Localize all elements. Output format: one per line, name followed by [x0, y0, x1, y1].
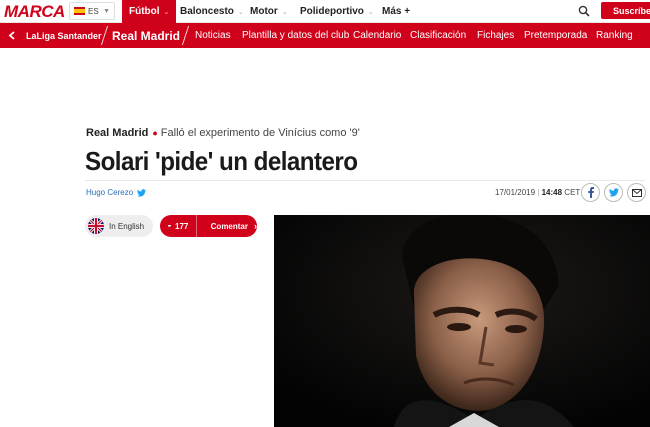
article-timezone: CET — [564, 188, 581, 197]
chevron-down-icon: ▼ — [103, 7, 110, 15]
kicker-bullet: ● — [152, 128, 158, 138]
tab-mas[interactable]: Más + — [382, 0, 410, 23]
author-name[interactable]: Hugo Cerezo — [86, 188, 133, 197]
chevron-right-icon: › — [254, 221, 257, 231]
share-email-button[interactable] — [627, 183, 646, 202]
article-time: 14:48 — [541, 188, 563, 197]
date-separator: | — [537, 188, 540, 197]
share-twitter-button[interactable] — [604, 183, 623, 202]
marca-logo[interactable]: MARCA — [4, 2, 65, 21]
share-facebook-button[interactable] — [581, 183, 600, 202]
tab-baloncesto-label: Baloncesto — [180, 6, 234, 17]
language-selector[interactable]: ES ▼ — [69, 2, 115, 20]
article-kicker: Real Madrid ● Falló el experimento de Viní… — [86, 127, 360, 139]
chevron-down-icon: ⌄ — [367, 8, 374, 16]
tab-futbol-label: Fútbol — [129, 6, 160, 17]
comment-label: Comentar — [210, 221, 248, 231]
section-nav-ranking[interactable]: Ranking — [596, 23, 633, 48]
article-headline: Solari 'pide' un delantero — [85, 146, 358, 176]
facebook-icon — [587, 187, 594, 198]
email-icon — [631, 188, 642, 197]
subscribe-button[interactable]: Suscríbete — [601, 2, 650, 19]
spain-flag-icon — [74, 7, 85, 15]
tab-motor-label: Motor — [250, 6, 278, 17]
section-nav-pretemporada[interactable]: Pretemporada — [524, 23, 587, 48]
back-arrow-icon[interactable] — [8, 31, 17, 40]
tab-mas-label: Más + — [382, 6, 411, 17]
section-nav-noticias[interactable]: Noticias — [195, 23, 231, 48]
breadcrumb-real-madrid[interactable]: Real Madrid — [112, 23, 180, 48]
article-date: 17/01/2019 — [495, 188, 536, 197]
in-english-label: In English — [109, 221, 145, 231]
kicker-subtitle: Falló el experimento de Vinícius como '9… — [160, 127, 360, 139]
search-icon[interactable] — [578, 5, 590, 17]
section-bar: LaLiga Santander Real Madrid Noticias Pl… — [0, 23, 650, 48]
section-nav-calendario[interactable]: Calendario — [353, 23, 401, 48]
kicker-section[interactable]: Real Madrid — [86, 127, 148, 139]
section-nav-fichajes[interactable]: Fichajes — [477, 23, 514, 48]
language-code: ES — [88, 6, 99, 16]
tab-polideportivo-label: Polideportivo — [300, 6, 364, 17]
chevron-down-icon: ⌄ — [237, 8, 244, 16]
twitter-icon[interactable] — [137, 188, 147, 197]
breadcrumb-laliga[interactable]: LaLiga Santander — [26, 23, 102, 48]
comment-icon — [168, 224, 171, 228]
uk-flag-icon — [88, 218, 104, 234]
tab-motor[interactable]: Motor ⌄ — [250, 0, 288, 23]
in-english-button[interactable]: In English — [85, 215, 153, 237]
comment-count: 177 — [175, 221, 189, 231]
article-photo — [274, 215, 650, 427]
photo-portrait-illustration — [274, 215, 650, 427]
section-nav-clasificacion[interactable]: Clasificación — [410, 23, 466, 48]
article-author[interactable]: Hugo Cerezo — [86, 188, 147, 197]
tab-baloncesto[interactable]: Baloncesto ⌄ — [180, 0, 244, 23]
chevron-down-icon: ⌄ — [163, 8, 170, 16]
breadcrumb-separator — [181, 26, 190, 45]
article-datetime: 17/01/2019 | 14:48 CET — [495, 188, 580, 197]
top-navigation: MARCA ES ▼ Fútbol ⌄ Baloncesto ⌄ Motor ⌄… — [0, 0, 650, 23]
chevron-down-icon: ⌄ — [281, 8, 288, 16]
tab-futbol[interactable]: Fútbol ⌄ — [122, 0, 177, 23]
twitter-icon — [608, 188, 619, 197]
section-nav-plantilla[interactable]: Plantilla y datos del club — [242, 23, 349, 48]
byline-divider — [85, 180, 645, 181]
tab-polideportivo[interactable]: Polideportivo ⌄ — [300, 0, 374, 23]
comment-button[interactable]: 177 Comentar › — [160, 215, 257, 237]
